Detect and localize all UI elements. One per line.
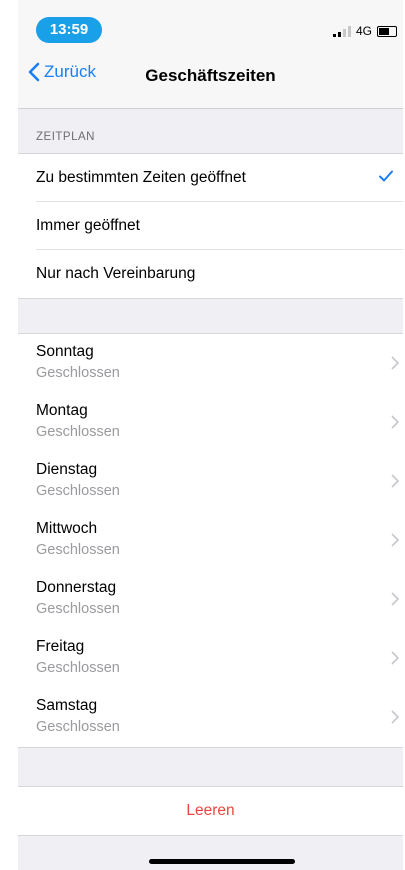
option-scheduled[interactable]: Zu bestimmten Zeiten geöffnet <box>18 154 403 202</box>
status-time[interactable]: 13:59 <box>36 17 102 43</box>
status-bar: 13:59 4G <box>18 0 403 44</box>
day-row-dienstag[interactable]: Dienstag Geschlossen <box>18 452 403 511</box>
option-by-appointment[interactable]: Nur nach Vereinbarung <box>18 250 403 298</box>
day-row-montag[interactable]: Montag Geschlossen <box>18 393 403 452</box>
day-name: Sonntag <box>36 343 94 360</box>
day-name: Montag <box>36 402 88 419</box>
battery-icon <box>377 25 397 37</box>
day-row-sonntag[interactable]: Sonntag Geschlossen <box>18 334 403 393</box>
day-name: Dienstag <box>36 461 98 478</box>
chevron-right-icon <box>391 592 399 606</box>
option-label: Immer geöffnet <box>36 217 140 234</box>
day-name: Donnerstag <box>36 579 117 596</box>
day-name: Samstag <box>36 697 98 714</box>
home-indicator[interactable] <box>149 859 295 864</box>
day-status: Geschlossen <box>36 365 120 381</box>
day-row-mittwoch[interactable]: Mittwoch Geschlossen <box>18 511 403 570</box>
day-name: Mittwoch <box>36 520 98 537</box>
option-label: Zu bestimmten Zeiten geöffnet <box>36 169 246 186</box>
day-status: Geschlossen <box>36 660 120 676</box>
checkmark-icon <box>379 170 393 182</box>
screen: 13:59 4G Zurück Geschäftszeiten ZEITPLAN… <box>18 0 403 870</box>
clear-button[interactable]: Leeren <box>18 786 403 836</box>
day-status: Geschlossen <box>36 601 120 617</box>
day-status: Geschlossen <box>36 542 120 558</box>
chevron-right-icon <box>391 651 399 665</box>
signal-icon <box>332 25 351 37</box>
chevron-right-icon <box>391 710 399 724</box>
navigation-bar: Zurück Geschäftszeiten <box>18 44 403 109</box>
day-row-donnerstag[interactable]: Donnerstag Geschlossen <box>18 570 403 629</box>
day-status: Geschlossen <box>36 483 120 499</box>
day-row-samstag[interactable]: Samstag Geschlossen <box>18 688 403 747</box>
section-header: ZEITPLAN <box>36 131 95 143</box>
schedule-options: Zu bestimmten Zeiten geöffnet Immer geöf… <box>18 153 403 299</box>
day-status: Geschlossen <box>36 424 120 440</box>
chevron-right-icon <box>391 356 399 370</box>
page-title: Geschäftszeiten <box>145 66 276 85</box>
day-name: Freitag <box>36 638 85 655</box>
option-always-open[interactable]: Immer geöffnet <box>18 202 403 250</box>
option-label: Nur nach Vereinbarung <box>36 265 196 282</box>
status-indicators: 4G <box>332 24 397 38</box>
chevron-right-icon <box>391 415 399 429</box>
weekday-list: Sonntag Geschlossen Montag Geschlossen D… <box>18 333 403 748</box>
day-status: Geschlossen <box>36 719 120 735</box>
chevron-right-icon <box>391 474 399 488</box>
chevron-right-icon <box>391 533 399 547</box>
day-row-freitag[interactable]: Freitag Geschlossen <box>18 629 403 688</box>
network-type: 4G <box>355 24 372 38</box>
